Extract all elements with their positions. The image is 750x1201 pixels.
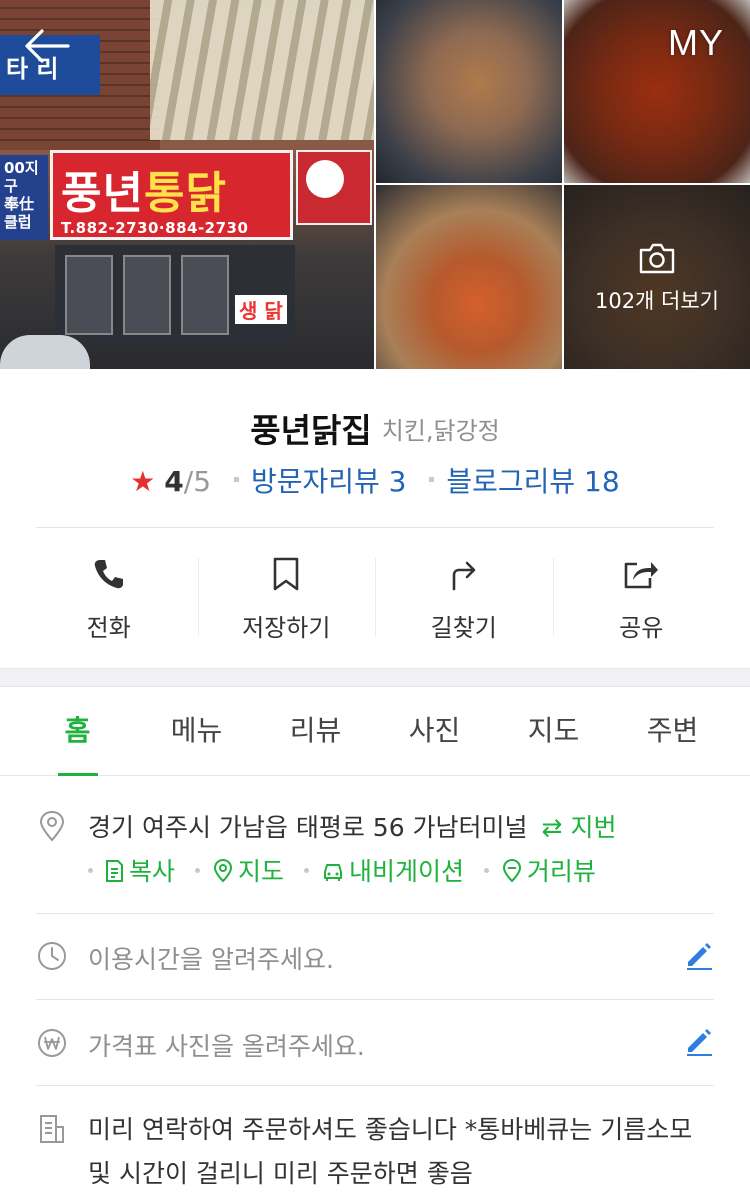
separator-dot [194, 867, 200, 873]
navigation-button[interactable]: 내비게이션 [321, 857, 464, 886]
copy-address-button[interactable]: 복사 [103, 857, 175, 886]
separator-dot [429, 477, 435, 482]
awning [150, 0, 374, 140]
club-sign: 00지구 奉仕 클럽 [0, 155, 48, 240]
tab-menu[interactable]: 메뉴 [137, 688, 256, 775]
tab-map[interactable]: 지도 [494, 688, 613, 775]
call-label: 전화 [86, 614, 131, 642]
divider [36, 999, 714, 1000]
street-view-icon [502, 858, 521, 883]
jibun-toggle[interactable]: ⇄ 지번 [542, 813, 617, 842]
hours-hint[interactable]: 이용시간을 알려주세요. [88, 940, 334, 976]
my-button[interactable]: MY [668, 22, 724, 64]
separator-dot [233, 477, 239, 482]
call-button[interactable]: 전화 [20, 528, 198, 668]
photo-gallery[interactable]: 타 리 00지구 奉仕 클럽 풍년통닭 T.882-2730·884-2730 … [0, 0, 750, 369]
window-sign: 생 닭 [235, 295, 287, 324]
place-name: 풍년닭집 [250, 411, 372, 450]
won-currency-icon [38, 1029, 66, 1057]
tab-nearby[interactable]: 주변 [613, 688, 732, 775]
share-icon [624, 562, 659, 589]
edit-pencil-icon[interactable] [684, 1026, 714, 1056]
food-photo-3[interactable] [376, 185, 562, 369]
divider [36, 913, 714, 914]
location-pin-icon [39, 810, 65, 842]
address-actions: 복사 지도 내비게이션 거리뷰 [88, 852, 596, 888]
section-separator [0, 668, 750, 687]
clock-icon [38, 942, 66, 970]
more-photos-label: 102개 더보기 [594, 289, 720, 313]
food-photo-1[interactable] [376, 0, 562, 183]
back-arrow-icon[interactable] [22, 26, 72, 66]
tab-home[interactable]: 홈 [18, 688, 137, 776]
directions-icon [452, 561, 476, 591]
divider [36, 1085, 714, 1086]
star-icon: ★ [130, 465, 156, 498]
tab-photos[interactable]: 사진 [375, 688, 494, 775]
separator-dot [303, 867, 309, 873]
street-view-button[interactable]: 거리뷰 [501, 857, 596, 886]
edit-pencil-icon[interactable] [684, 940, 714, 970]
share-button[interactable]: 공유 [552, 528, 731, 668]
blog-reviews-link[interactable]: 블로그리뷰 18 [446, 465, 619, 498]
car-icon [323, 864, 342, 881]
store-note: 미리 연락하여 주문하셔도 좋습니다 *통바베큐는 기름소모 및 시간이 걸리니… [88, 1115, 693, 1188]
map-pin-icon [213, 858, 232, 883]
copy-icon [106, 860, 123, 882]
document-icon [40, 1115, 64, 1143]
save-button[interactable]: 저장하기 [197, 528, 376, 668]
title-row: 풍년닭집 치킨,닭강정 [0, 404, 750, 452]
separator-dot [88, 867, 93, 873]
place-category: 치킨,닭강정 [381, 416, 500, 445]
directions-button[interactable]: 길찾기 [375, 528, 553, 668]
address-line: 경기 여주시 가남읍 태평로 56 가남터미널 ⇄ 지번 [88, 808, 616, 844]
directions-label: 길찾기 [430, 614, 497, 642]
separator-dot [483, 867, 489, 873]
store-sign: 풍년통닭 T.882-2730·884-2730 [50, 150, 293, 240]
tab-bar: 홈 메뉴 리뷰 사진 지도 주변 [0, 688, 750, 776]
phone-icon [94, 560, 123, 589]
more-photos-button[interactable]: 102개 더보기 [564, 185, 750, 369]
save-label: 저장하기 [242, 614, 331, 642]
rating-max: /5 [183, 465, 212, 498]
car [0, 335, 90, 369]
action-bar: 전화 저장하기 길찾기 공유 [20, 528, 730, 668]
side-sign [296, 150, 372, 225]
share-label: 공유 [619, 614, 664, 642]
map-button[interactable]: 지도 [212, 857, 284, 886]
rating-row: ★ 4/5 방문자리뷰 3 블로그리뷰 18 [0, 460, 750, 500]
address-text: 경기 여주시 가남읍 태평로 56 가남터미널 [88, 813, 528, 842]
visitor-reviews-link[interactable]: 방문자리뷰 3 [251, 465, 407, 498]
tab-reviews[interactable]: 리뷰 [256, 688, 375, 775]
bookmark-icon [273, 557, 299, 591]
rating-value: 4 [164, 465, 184, 498]
price-hint[interactable]: 가격표 사진을 올려주세요. [88, 1027, 365, 1063]
camera-icon [639, 243, 675, 274]
